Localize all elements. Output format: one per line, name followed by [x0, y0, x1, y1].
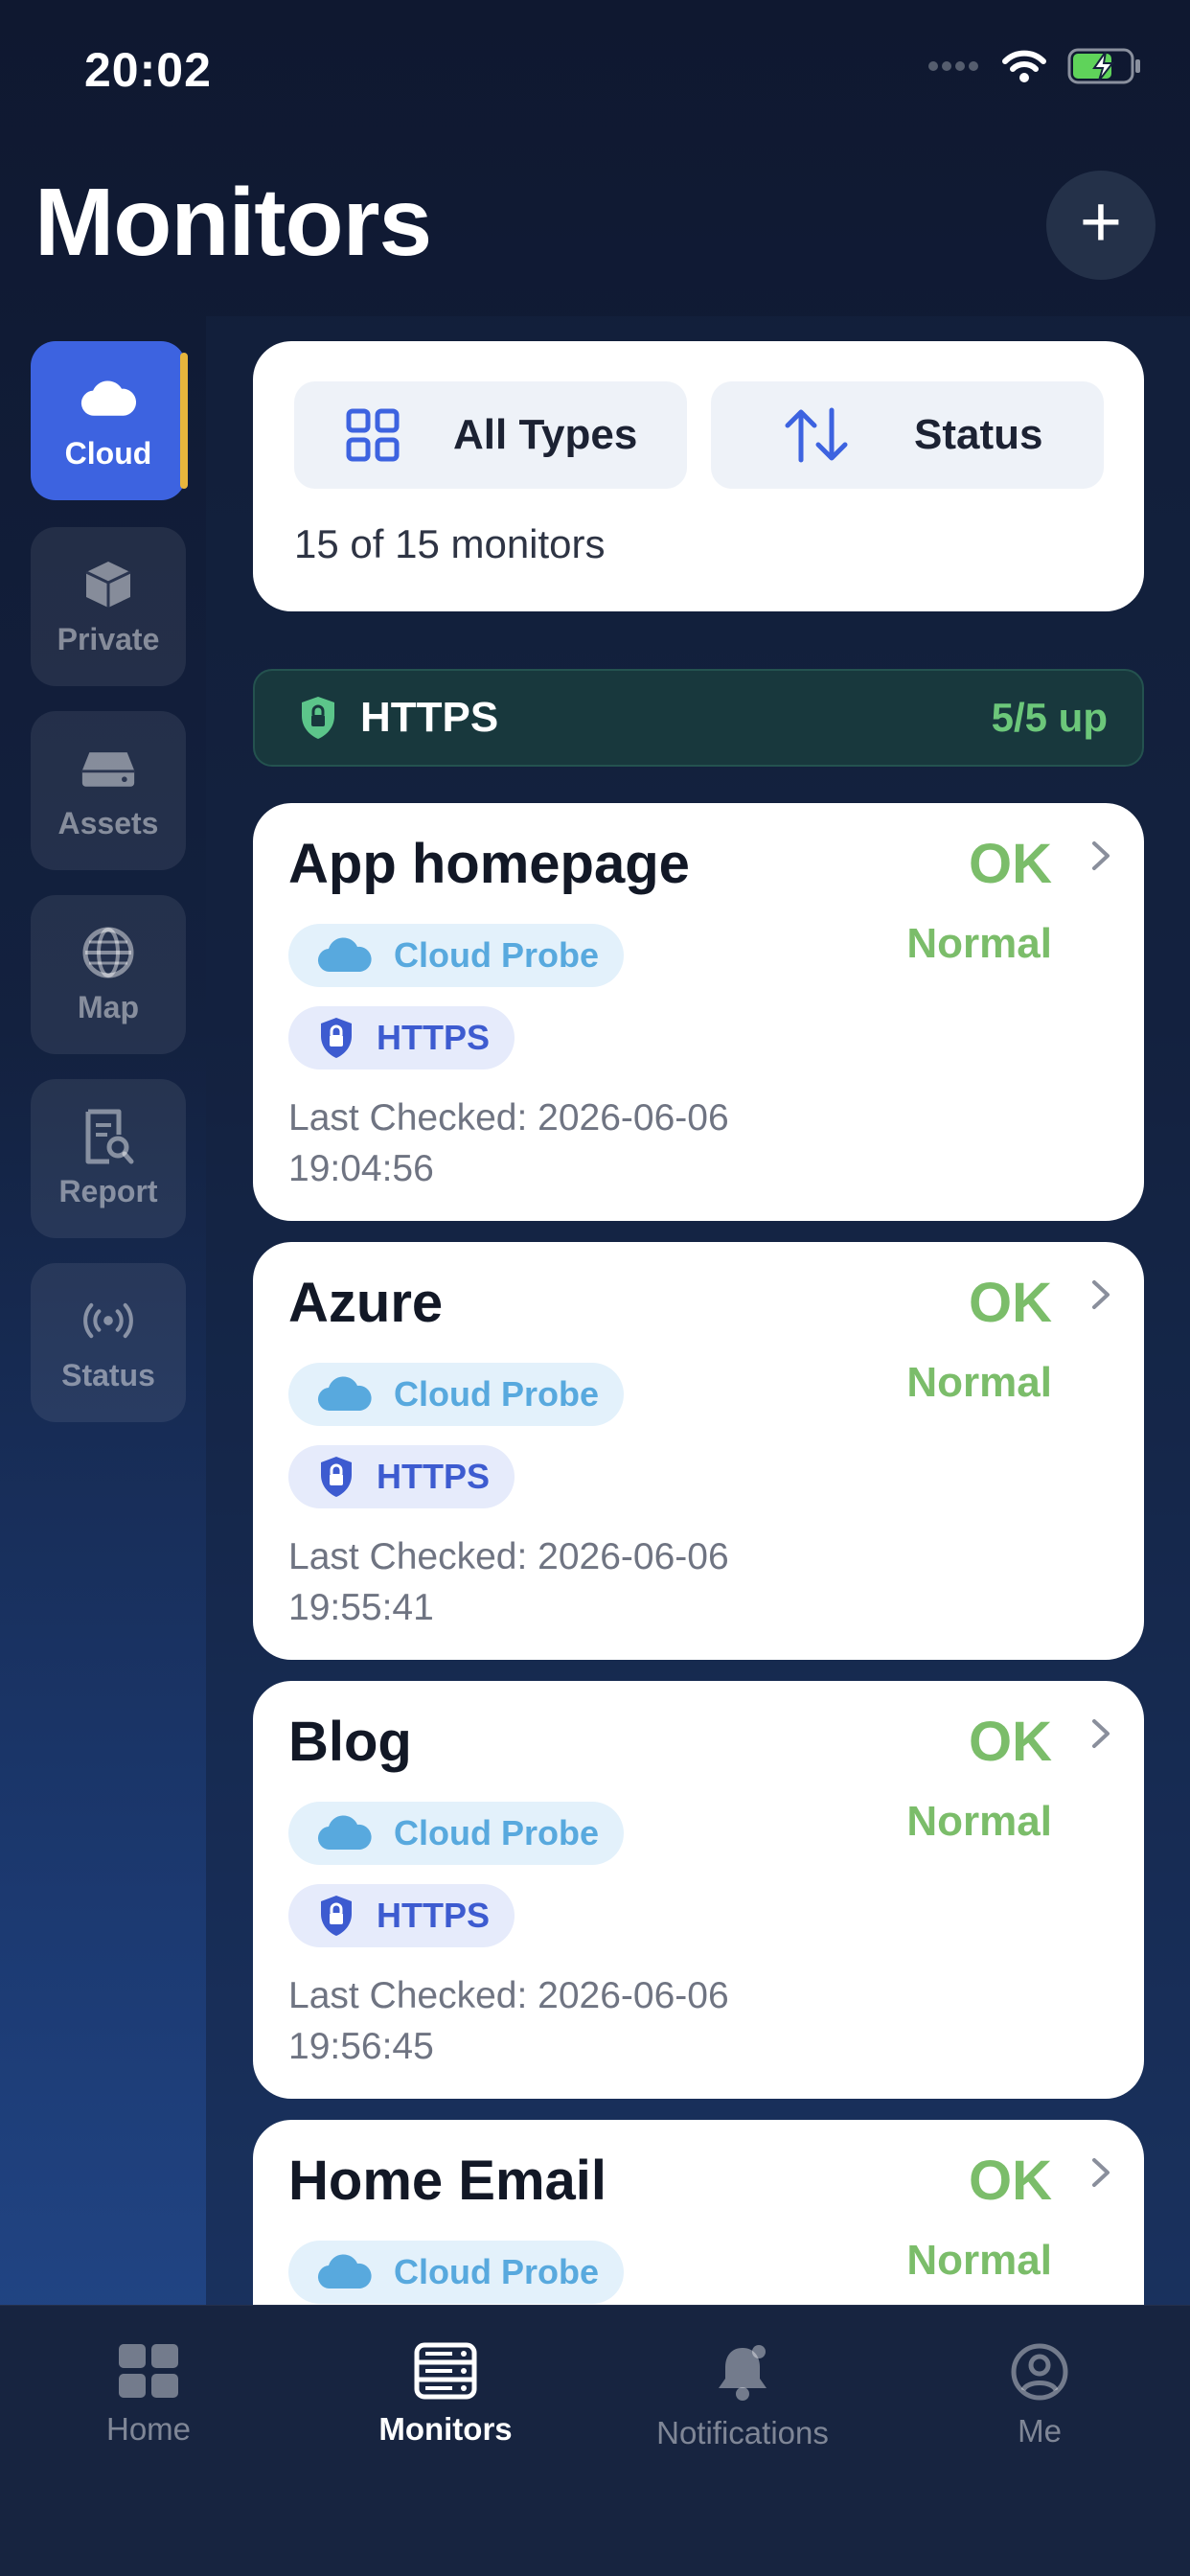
monitor-status: OK [969, 2150, 1052, 2212]
sidebar-item-status[interactable]: Status [31, 1263, 186, 1422]
monitor-state: Normal [906, 920, 1052, 967]
sort-button[interactable]: Status [711, 381, 1104, 489]
tab-label: Notifications [656, 2415, 829, 2450]
sidebar-item-cloud[interactable]: Cloud [31, 341, 188, 500]
server-rack-icon [414, 2342, 477, 2400]
chevron-right-icon [1092, 1280, 1110, 1309]
monitor-state: Normal [906, 1359, 1052, 1406]
type-badge: HTTPS [288, 1884, 515, 1947]
shield-lock-icon [321, 1018, 352, 1058]
status-time: 20:02 [84, 43, 212, 97]
shield-lock-icon [302, 697, 334, 739]
cloud-icon [317, 1815, 372, 1851]
monitor-state: Normal [906, 1798, 1052, 1845]
type-badge: HTTPS [288, 1006, 515, 1070]
type-label: HTTPS [377, 1457, 491, 1496]
tab-notifications[interactable]: Notifications [594, 2342, 891, 2451]
last-checked: Last Checked: 2026-06-06 19:56:45 [288, 1975, 729, 2067]
monitor-card[interactable]: Azure OK Normal Cloud Probe HTTPS Last C… [253, 1242, 1144, 1660]
tab-label: Home [105, 2411, 192, 2447]
probe-badge: Cloud Probe [288, 1363, 624, 1426]
cloud-icon [317, 1376, 372, 1412]
type-filter-label: All Types [453, 411, 638, 458]
globe-icon [80, 925, 136, 980]
filter-card: All Types Status 15 of 15 monitors [253, 341, 1144, 611]
sidebar-item-map[interactable]: Map [31, 895, 186, 1054]
sidebar-item-report[interactable]: Report [31, 1079, 186, 1238]
status-icons [927, 48, 1142, 84]
report-icon [80, 1109, 136, 1164]
sidebar-item-label: Status [61, 1357, 155, 1392]
probe-label: Cloud Probe [394, 1813, 599, 1852]
wifi-icon [1002, 50, 1046, 82]
monitor-status: OK [969, 1711, 1052, 1773]
shield-lock-icon [321, 1457, 352, 1497]
tab-bar: Home Monitors Notifications Me [0, 2305, 1190, 2576]
add-monitor-button[interactable]: + [1046, 171, 1156, 280]
last-checked: Last Checked: 2026-06-06 19:55:41 [288, 1536, 729, 1628]
monitor-name: Blog [288, 1711, 412, 1773]
user-icon [1011, 2343, 1068, 2401]
probe-label: Cloud Probe [394, 1374, 599, 1414]
monitor-name: Home Email [288, 2150, 606, 2212]
type-label: HTTPS [377, 1896, 491, 1935]
monitor-state: Normal [906, 2237, 1052, 2284]
monitor-count: 15 of 15 monitors [294, 521, 606, 566]
monitor-name: Azure [288, 1272, 444, 1334]
cloud-icon [317, 2254, 372, 2289]
type-badge: HTTPS [288, 1445, 515, 1508]
tab-monitors[interactable]: Monitors [297, 2342, 594, 2448]
tab-label: Monitors [378, 2411, 513, 2447]
sidebar-item-label: Private [57, 621, 160, 656]
grid-icon [346, 408, 400, 462]
monitor-status: OK [969, 1272, 1052, 1334]
probe-badge: Cloud Probe [288, 1802, 624, 1865]
tab-label: Me [1018, 2413, 1062, 2449]
broadcast-icon [80, 1293, 136, 1348]
group-name: HTTPS [360, 694, 499, 741]
last-checked: Last Checked: 2026-06-06 19:04:56 [288, 1097, 729, 1189]
probe-label: Cloud Probe [394, 2252, 599, 2291]
package-icon [80, 557, 136, 612]
sidebar-item-private[interactable]: Private [31, 527, 186, 686]
monitor-status: OK [969, 833, 1052, 895]
plus-icon: + [1079, 181, 1123, 263]
probe-badge: Cloud Probe [288, 2241, 624, 2304]
sidebar-item-label: Assets [57, 805, 159, 840]
group-up-count: 5/5 up [991, 695, 1108, 740]
status-bar: 20:02 [0, 0, 1190, 144]
monitor-name: App homepage [288, 833, 690, 895]
probe-badge: Cloud Probe [288, 924, 624, 987]
content-area: Cloud Private Assets Map Report Status A… [0, 316, 1190, 2305]
battery-charging-icon [1067, 48, 1140, 84]
probe-label: Cloud Probe [394, 935, 599, 975]
grid-icon [119, 2344, 178, 2398]
sort-arrows-icon [785, 407, 848, 463]
monitor-card[interactable]: Home Email OK Normal Cloud Probe [253, 2120, 1144, 2305]
signal-icon [928, 61, 978, 71]
monitor-card[interactable]: Blog OK Normal Cloud Probe HTTPS Last Ch… [253, 1681, 1144, 2099]
cloud-icon [317, 937, 372, 973]
sidebar-item-label: Cloud [64, 435, 152, 471]
page-title: Monitors [34, 169, 432, 276]
chevron-right-icon [1092, 2158, 1110, 2187]
sidebar-item-label: Map [78, 989, 139, 1024]
server-icon [80, 741, 136, 796]
monitor-card[interactable]: App homepage OK Normal Cloud Probe HTTPS… [253, 803, 1144, 1221]
tab-home[interactable]: Home [0, 2342, 297, 2448]
shield-lock-icon [321, 1896, 352, 1936]
sidebar-item-label: Report [58, 1173, 158, 1208]
chevron-right-icon [1092, 1719, 1110, 1748]
group-header-https[interactable]: HTTPS 5/5 up [253, 669, 1144, 767]
sort-label: Status [914, 411, 1043, 458]
sidebar-item-assets[interactable]: Assets [31, 711, 186, 870]
type-filter-button[interactable]: All Types [294, 381, 687, 489]
cloud-icon [80, 371, 136, 426]
tab-me[interactable]: Me [891, 2342, 1188, 2450]
bell-icon [719, 2345, 767, 2401]
type-label: HTTPS [377, 1018, 491, 1057]
chevron-right-icon [1092, 841, 1110, 870]
